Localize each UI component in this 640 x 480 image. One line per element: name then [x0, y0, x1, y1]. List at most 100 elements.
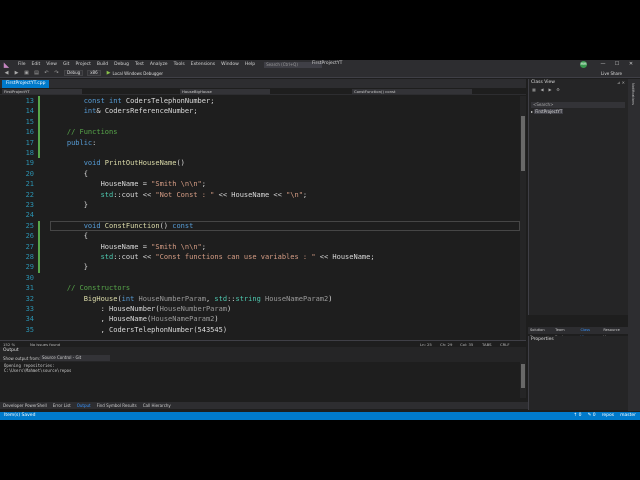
- line-ending-indicator[interactable]: CRLF: [500, 342, 510, 347]
- tab-firstprojectyt-cpp[interactable]: FirstProjectYT.cpp: [2, 80, 50, 88]
- visual-studio-logo-icon[interactable]: ◣: [2, 60, 11, 69]
- code-text[interactable]: std::cout << "Const functions can use va…: [50, 252, 375, 262]
- menu-item-extensions[interactable]: Extensions: [188, 62, 218, 67]
- editor-scrollbar[interactable]: [520, 96, 526, 340]
- notifications-tab[interactable]: Notifications: [631, 83, 635, 105]
- code-text[interactable]: }: [50, 262, 88, 272]
- code-editor[interactable]: 13 const int CodersTelephonNumber; 14 int…: [0, 96, 520, 340]
- code-line[interactable]: 25 void ConstFunction() const: [0, 221, 520, 231]
- redo-icon[interactable]: ↷: [53, 70, 60, 77]
- close-icon[interactable]: ✕: [624, 60, 638, 69]
- class-view-search[interactable]: <Search>: [531, 102, 625, 108]
- menu-item-window[interactable]: Window: [218, 62, 242, 67]
- code-text[interactable]: void PrintOutHouseName(): [50, 158, 185, 168]
- menu-item-analyze[interactable]: Analyze: [147, 62, 171, 67]
- tab-error-list[interactable]: Error List: [50, 402, 74, 409]
- code-line[interactable]: 14 int& CodersReferenceNumber;: [0, 106, 520, 116]
- maximize-icon[interactable]: ☐: [610, 60, 624, 69]
- tab-class-view[interactable]: Class View: [579, 327, 602, 339]
- menu-item-debug[interactable]: Debug: [111, 62, 132, 67]
- code-line[interactable]: 13 const int CodersTelephonNumber;: [0, 96, 520, 106]
- menu-item-git[interactable]: Git: [60, 62, 73, 67]
- tab-output[interactable]: Output: [74, 402, 94, 409]
- scrollbar-thumb[interactable]: [521, 364, 525, 388]
- code-text[interactable]: HouseName = "Smith \n\n";: [50, 179, 206, 189]
- code-line[interactable]: 27 HouseName = "Smith \n\n";: [0, 242, 520, 252]
- menu-item-help[interactable]: Help: [242, 62, 258, 67]
- menu-item-view[interactable]: View: [43, 62, 60, 67]
- member-select[interactable]: ConstFunction() const: [352, 89, 472, 94]
- code-text[interactable]: void ConstFunction() const: [50, 221, 194, 231]
- code-text[interactable]: // Functions: [50, 127, 118, 137]
- forward-icon[interactable]: ▶: [547, 87, 553, 93]
- undo-icon[interactable]: ↶: [43, 70, 50, 77]
- code-text[interactable]: HouseName = "Smith \n\n";: [50, 242, 206, 252]
- code-line[interactable]: 33 : HouseNumber(HouseNumberParam): [0, 304, 520, 314]
- code-text[interactable]: int& CodersReferenceNumber;: [50, 106, 198, 116]
- menu-item-project[interactable]: Project: [72, 62, 93, 67]
- forward-icon[interactable]: ▶: [13, 70, 20, 77]
- issues-indicator[interactable]: No issues found: [30, 342, 60, 347]
- minimize-icon[interactable]: —: [596, 60, 610, 69]
- code-line[interactable]: 35 , CodersTelephonNumber(543545): [0, 325, 520, 335]
- code-text[interactable]: {: [50, 169, 88, 179]
- menu-item-build[interactable]: Build: [94, 62, 111, 67]
- scope-select[interactable]: FirstProjectYT: [2, 89, 82, 94]
- code-text[interactable]: const int CodersTelephonNumber;: [50, 96, 215, 106]
- menu-item-edit[interactable]: Edit: [29, 62, 44, 67]
- scrollbar-thumb[interactable]: [521, 116, 525, 171]
- code-line[interactable]: 18: [0, 148, 520, 158]
- live-share-button[interactable]: Live Share: [601, 71, 622, 76]
- code-line[interactable]: 28 std::cout << "Const functions can use…: [0, 252, 520, 262]
- code-line[interactable]: 15: [0, 117, 520, 127]
- code-text[interactable]: {: [50, 231, 88, 241]
- configuration-select[interactable]: Debug: [64, 70, 84, 76]
- code-line[interactable]: 32 BigHouse(int HouseNumberParam, std::s…: [0, 294, 520, 304]
- menu-item-test[interactable]: Test: [132, 62, 147, 67]
- zoom-level[interactable]: 152 %: [3, 342, 15, 347]
- code-line[interactable]: 19 void PrintOutHouseName(): [0, 158, 520, 168]
- menu-item-tools[interactable]: Tools: [171, 62, 188, 67]
- output-scrollbar[interactable]: [520, 362, 526, 398]
- status-item[interactable]: ✎ 0: [588, 412, 596, 420]
- code-line[interactable]: 24: [0, 210, 520, 220]
- run-debugger-button[interactable]: Local Windows Debugger: [112, 71, 163, 76]
- output-text[interactable]: Opening repositories: C:\Users\Mahmet\so…: [0, 362, 520, 398]
- code-text[interactable]: , HouseName(HouseNameParam2): [50, 314, 219, 324]
- tab-solution-e-[interactable]: Solution E...: [528, 327, 553, 339]
- status-item[interactable]: repos: [602, 412, 614, 420]
- code-line[interactable]: 30: [0, 273, 520, 283]
- settings-icon[interactable]: ⚙: [555, 87, 561, 93]
- code-line[interactable]: 34 , HouseName(HouseNameParam2): [0, 314, 520, 324]
- code-text[interactable]: // Constructors: [50, 283, 130, 293]
- code-text[interactable]: public:: [50, 138, 97, 148]
- code-line[interactable]: 23 }: [0, 200, 520, 210]
- run-icon[interactable]: ▶: [107, 70, 111, 76]
- tab-team-expl-[interactable]: Team Expl...: [553, 327, 578, 339]
- menu-item-file[interactable]: File: [15, 62, 29, 67]
- new-file-icon[interactable]: ▣: [23, 70, 30, 77]
- pin-icon[interactable]: ⊿ ✕: [617, 80, 625, 85]
- tab-developer-powershell[interactable]: Developer PowerShell: [0, 402, 50, 409]
- code-line[interactable]: 21 HouseName = "Smith \n\n";: [0, 179, 520, 189]
- new-folder-icon[interactable]: ▦: [531, 87, 537, 93]
- tree-item[interactable]: ▸ FirstProjectYT: [531, 109, 564, 114]
- code-line[interactable]: 17 public:: [0, 138, 520, 148]
- output-source-select[interactable]: Source Control - Git: [40, 355, 110, 361]
- code-text[interactable]: std::cout << "Not Const : " << HouseName…: [50, 190, 308, 200]
- tab-find-symbol-results[interactable]: Find Symbol Results: [94, 402, 140, 409]
- back-icon[interactable]: ◀: [3, 70, 10, 77]
- status-item[interactable]: ↑ 0: [573, 412, 581, 420]
- code-text[interactable]: }: [50, 200, 88, 210]
- code-text[interactable]: BigHouse(int HouseNumberParam, std::stri…: [50, 294, 333, 304]
- tab-resource-v-[interactable]: Resource V...: [601, 327, 628, 339]
- code-line[interactable]: 29 }: [0, 262, 520, 272]
- code-line[interactable]: 16 // Functions: [0, 127, 520, 137]
- code-line[interactable]: 26 {: [0, 231, 520, 241]
- tabs-indicator[interactable]: TABS: [482, 342, 492, 347]
- class-select[interactable]: HouseBigHouse: [180, 89, 270, 94]
- tab-call-hierarchy[interactable]: Call Hierarchy: [140, 402, 174, 409]
- code-line[interactable]: 22 std::cout << "Not Const : " << HouseN…: [0, 190, 520, 200]
- back-icon[interactable]: ◀: [539, 87, 545, 93]
- platform-select[interactable]: x86: [87, 70, 101, 76]
